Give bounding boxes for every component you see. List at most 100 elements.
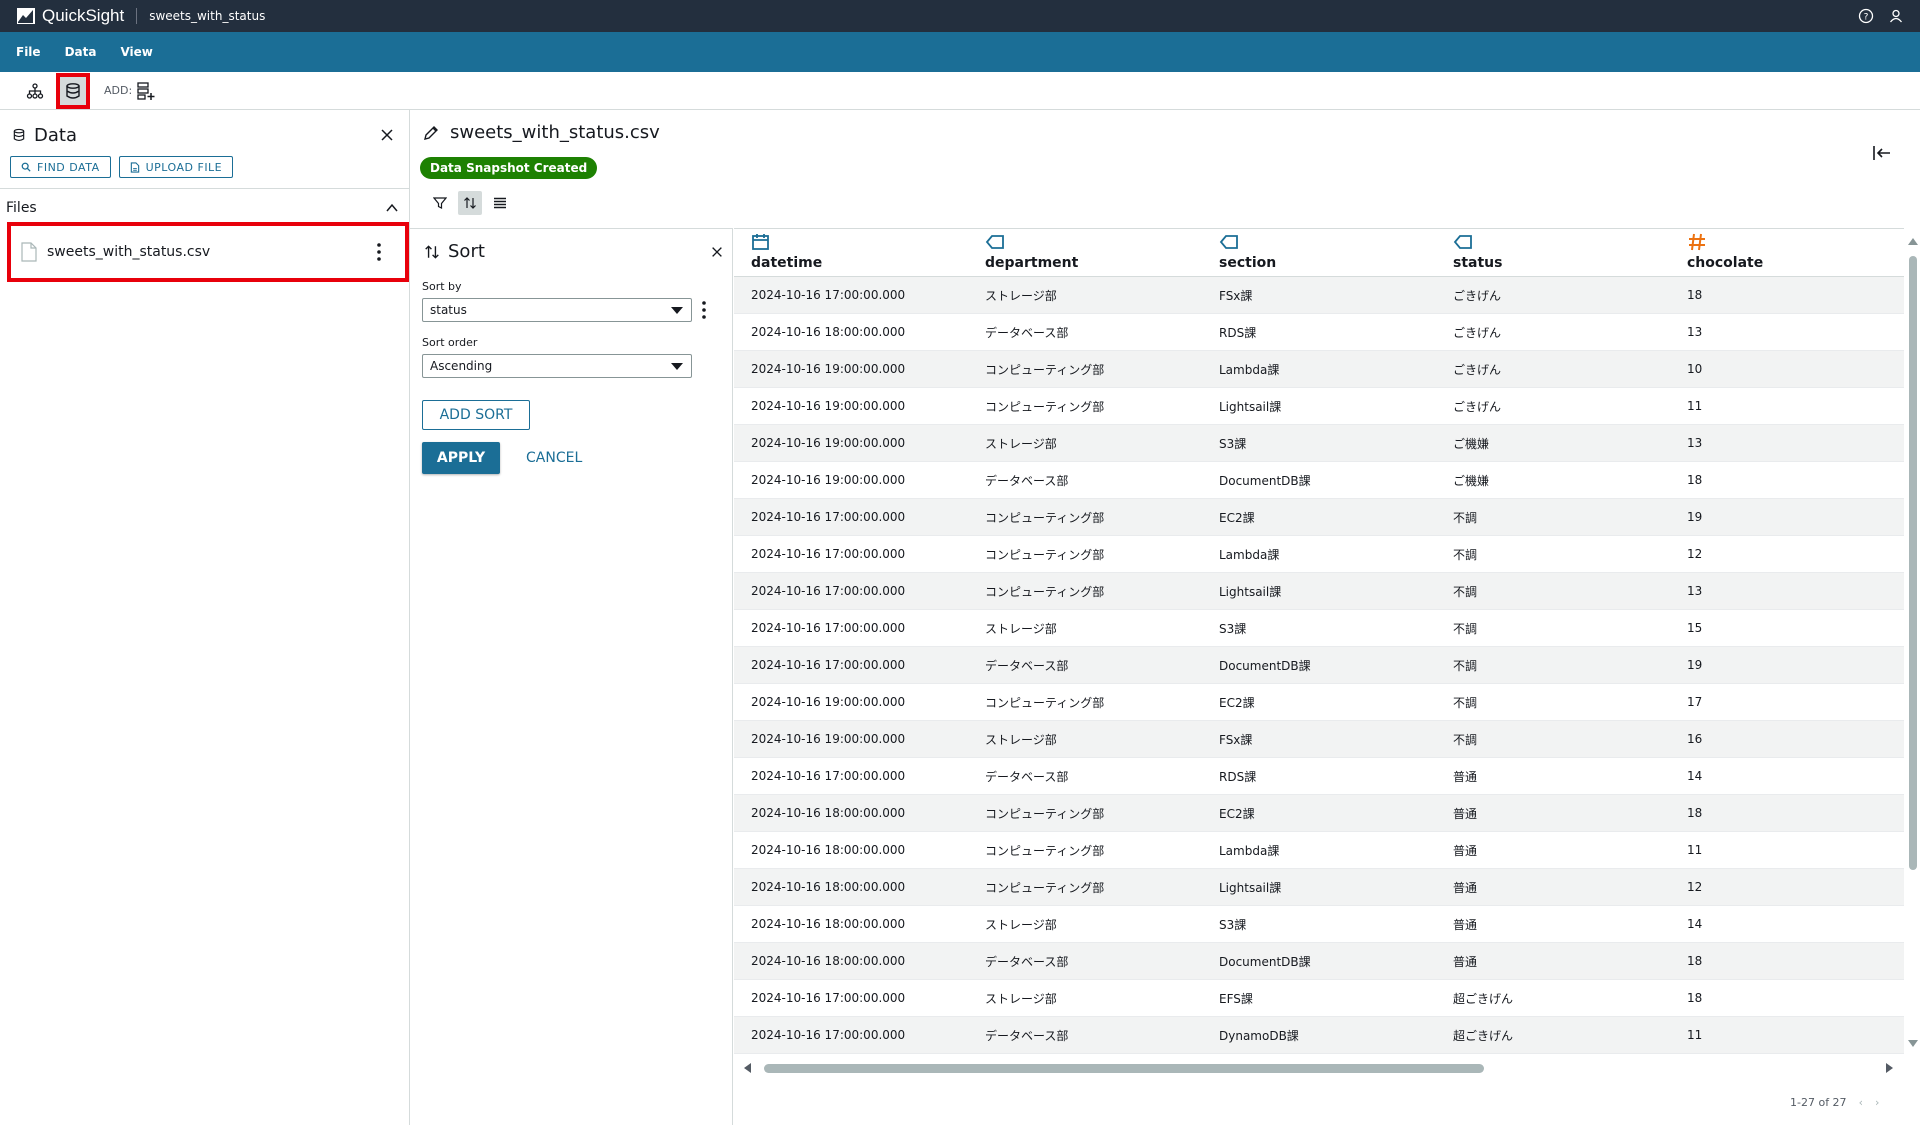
table-row[interactable]: 2024-10-16 17:00:00.000 データベース部 DocumentDB… [734, 647, 1904, 684]
find-data-label: FIND DATA [37, 160, 100, 174]
sort-button[interactable] [458, 191, 482, 215]
cell-chocolate: 15 [1687, 621, 1703, 635]
menu-file[interactable]: File [16, 45, 41, 59]
more-options-icon[interactable] [377, 242, 381, 262]
cell-department: ストレージ部 [985, 621, 1057, 636]
collapse-panel-icon[interactable] [1872, 144, 1892, 162]
column-header-section[interactable]: section [1202, 229, 1436, 276]
horizontal-scrollbar[interactable] [734, 1058, 1904, 1078]
menu-data[interactable]: Data [65, 45, 97, 59]
apply-button[interactable]: APPLY [422, 442, 500, 474]
scroll-left-icon[interactable] [744, 1063, 751, 1073]
cell-status: ご機嫌 [1453, 436, 1490, 451]
table-row[interactable]: 2024-10-16 19:00:00.000 コンピューティング部 Lightsa… [734, 388, 1904, 425]
fields-button[interactable] [488, 191, 512, 215]
cell-section: Lambda課 [1219, 362, 1280, 377]
find-data-button[interactable]: FIND DATA [10, 156, 111, 178]
sort-panel-title: Sort [448, 241, 485, 262]
scroll-up-icon[interactable] [1908, 238, 1918, 245]
scroll-right-icon[interactable] [1886, 1063, 1893, 1073]
app-name: QuickSight [42, 6, 125, 25]
next-page-icon[interactable]: › [1875, 1096, 1879, 1109]
dataset-relations-button[interactable] [18, 73, 52, 109]
column-header-datetime[interactable]: datetime [734, 229, 968, 276]
add-sort-button[interactable]: ADD SORT [422, 400, 530, 430]
close-icon[interactable] [379, 127, 395, 143]
list-icon [494, 197, 506, 209]
table-row[interactable]: 2024-10-16 19:00:00.000 コンピューティング部 Lambda課… [734, 351, 1904, 388]
cell-datetime: 2024-10-16 19:00:00.000 [751, 473, 906, 487]
cell-datetime: 2024-10-16 17:00:00.000 [751, 584, 906, 598]
filter-button[interactable] [428, 191, 452, 215]
table-row[interactable]: 2024-10-16 18:00:00.000 コンピューティング部 Lightsa… [734, 869, 1904, 906]
previous-page-icon[interactable]: ‹ [1859, 1096, 1863, 1109]
table-row[interactable]: 2024-10-16 17:00:00.000 コンピューティング部 EC2課 不調 1… [734, 499, 1904, 536]
upload-file-button[interactable]: UPLOAD FILE [118, 156, 234, 178]
cell-department: コンピューティング部 [985, 510, 1105, 525]
add-data-button[interactable] [136, 80, 158, 102]
table-row[interactable]: 2024-10-16 17:00:00.000 データベース部 RDS課 普通 14 [734, 758, 1904, 795]
dataset-title[interactable]: sweets_with_status.csv [450, 122, 660, 143]
upload-file-label: UPLOAD FILE [145, 160, 223, 174]
table-row[interactable]: 2024-10-16 17:00:00.000 ストレージ部 FSx課 ごきげん 18 [734, 277, 1904, 314]
column-header-status[interactable]: status [1436, 229, 1670, 276]
cell-department: ストレージ部 [985, 288, 1057, 303]
vertical-scrollbar[interactable] [1904, 228, 1920, 1054]
column-header-chocolate[interactable]: chocolate [1670, 229, 1904, 276]
cell-status: 超ごきげん [1453, 1028, 1514, 1043]
table-row[interactable]: 2024-10-16 18:00:00.000 コンピューティング部 EC2課 普通 1… [734, 795, 1904, 832]
cell-section: EC2課 [1219, 806, 1255, 821]
menu-view[interactable]: View [120, 45, 152, 59]
dropdown-caret-icon [671, 363, 683, 370]
cell-department: コンピューティング部 [985, 362, 1105, 377]
file-item[interactable]: sweets_with_status.csv [7, 222, 409, 282]
chevron-up-icon[interactable] [385, 201, 399, 215]
sort-by-value: status [430, 303, 467, 317]
table-row[interactable]: 2024-10-16 17:00:00.000 ストレージ部 EFS課 超ごきげん 18 [734, 980, 1904, 1017]
cell-datetime: 2024-10-16 18:00:00.000 [751, 843, 906, 857]
table-row[interactable]: 2024-10-16 19:00:00.000 データベース部 DocumentDB… [734, 462, 1904, 499]
column-header-department[interactable]: department [968, 229, 1202, 276]
table-row[interactable]: 2024-10-16 18:00:00.000 コンピューティング部 Lambda課… [734, 832, 1904, 869]
pencil-icon[interactable] [422, 124, 440, 142]
table-row[interactable]: 2024-10-16 18:00:00.000 データベース部 DocumentDB… [734, 943, 1904, 980]
scrollbar-thumb[interactable] [764, 1064, 1484, 1073]
cell-chocolate: 18 [1687, 288, 1703, 302]
hash-icon [1689, 233, 1705, 251]
help-icon[interactable]: ? [1858, 8, 1874, 24]
table-row[interactable]: 2024-10-16 18:00:00.000 データベース部 RDS課 ごきげん 13 [734, 314, 1904, 351]
files-label: Files [6, 200, 37, 216]
data-panel-button[interactable] [56, 72, 90, 109]
scroll-down-icon[interactable] [1908, 1040, 1918, 1047]
tag-icon [985, 235, 1004, 249]
sort-by-select[interactable]: status [422, 298, 692, 322]
cell-datetime: 2024-10-16 18:00:00.000 [751, 325, 906, 339]
table-row[interactable]: 2024-10-16 17:00:00.000 データベース部 DynamoDB課 超… [734, 1017, 1904, 1054]
filter-icon [433, 197, 447, 209]
table-row[interactable]: 2024-10-16 18:00:00.000 ストレージ部 S3課 普通 14 [734, 906, 1904, 943]
cell-status: ごきげん [1453, 288, 1502, 303]
dataset-header: sweets_with_status.csv Data Snapshot Cre… [420, 110, 1910, 228]
table-row[interactable]: 2024-10-16 17:00:00.000 コンピューティング部 Lambda課… [734, 536, 1904, 573]
table-row[interactable]: 2024-10-16 19:00:00.000 コンピューティング部 EC2課 不調 1… [734, 684, 1904, 721]
table-row[interactable]: 2024-10-16 19:00:00.000 ストレージ部 FSx課 不調 16 [734, 721, 1904, 758]
table-row[interactable]: 2024-10-16 17:00:00.000 コンピューティング部 Lightsa… [734, 573, 1904, 610]
scrollbar-thumb[interactable] [1909, 256, 1917, 870]
cell-status: 普通 [1453, 806, 1478, 821]
cell-datetime: 2024-10-16 18:00:00.000 [751, 806, 906, 820]
user-icon[interactable] [1888, 8, 1904, 24]
cancel-button[interactable]: CANCEL [526, 450, 582, 466]
close-icon[interactable] [710, 245, 724, 259]
quicksight-logo[interactable]: QuickSight [16, 6, 124, 26]
cell-chocolate: 19 [1687, 658, 1703, 672]
sort-order-select[interactable]: Ascending [422, 354, 692, 378]
cell-chocolate: 14 [1687, 769, 1703, 783]
table-row[interactable]: 2024-10-16 17:00:00.000 ストレージ部 S3課 不調 15 [734, 610, 1904, 647]
file-icon [130, 161, 139, 173]
cell-department: コンピューティング部 [985, 547, 1105, 562]
cell-datetime: 2024-10-16 18:00:00.000 [751, 880, 906, 894]
cell-department: ストレージ部 [985, 436, 1057, 451]
more-options-icon[interactable] [702, 300, 706, 320]
table-row[interactable]: 2024-10-16 19:00:00.000 ストレージ部 S3課 ご機嫌 13 [734, 425, 1904, 462]
cell-datetime: 2024-10-16 17:00:00.000 [751, 547, 906, 561]
